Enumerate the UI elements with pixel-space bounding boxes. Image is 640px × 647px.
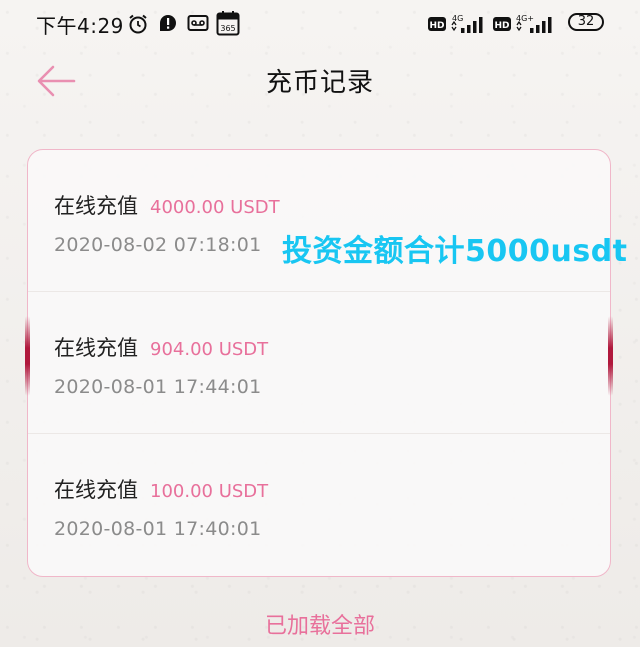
record-amount: 100.00 USDT	[150, 481, 269, 502]
records-card: 在线充值 4000.00 USDT 2020-08-02 07:18:01 在线充…	[27, 149, 611, 577]
status-time: 下午4:29	[36, 14, 124, 38]
battery-icon: 32	[568, 13, 604, 31]
record-amount: 904.00 USDT	[150, 339, 269, 360]
record-label: 在线充值	[54, 478, 138, 502]
status-bar: 下午4:29 365 HD 4G HD 4G+ 32	[0, 0, 640, 46]
page-title: 充币记录	[265, 68, 374, 98]
record-date: 2020-08-02 07:18:01	[54, 234, 262, 256]
calendar-icon: 365	[216, 11, 240, 36]
record-item[interactable]: 在线充值 4000.00 USDT 2020-08-02 07:18:01	[28, 150, 610, 292]
record-label: 在线充值	[54, 336, 138, 360]
record-date: 2020-08-01 17:44:01	[54, 376, 262, 398]
left-edge-mark	[25, 316, 30, 396]
alert-icon	[160, 15, 176, 31]
annotation-overlay: 投资金额合计5000usdt	[282, 234, 628, 269]
svg-text:HD: HD	[494, 21, 509, 31]
voicemail-icon	[187, 15, 209, 31]
svg-text:365: 365	[220, 24, 235, 33]
alarm-icon	[129, 14, 147, 34]
record-amount: 4000.00 USDT	[150, 197, 280, 218]
signal-1-icon: HD 4G	[428, 14, 483, 33]
record-item[interactable]: 在线充值 100.00 USDT 2020-08-01 17:40:01	[28, 434, 610, 576]
right-edge-mark	[608, 316, 613, 396]
record-date: 2020-08-01 17:40:01	[54, 518, 262, 540]
record-item[interactable]: 在线充值 904.00 USDT 2020-08-01 17:44:01	[28, 292, 610, 434]
svg-text:HD: HD	[429, 21, 444, 31]
record-label: 在线充值	[54, 194, 138, 218]
signal-2-icon: HD 4G+	[493, 14, 552, 33]
loaded-all-text: 已加载全部	[264, 614, 375, 639]
